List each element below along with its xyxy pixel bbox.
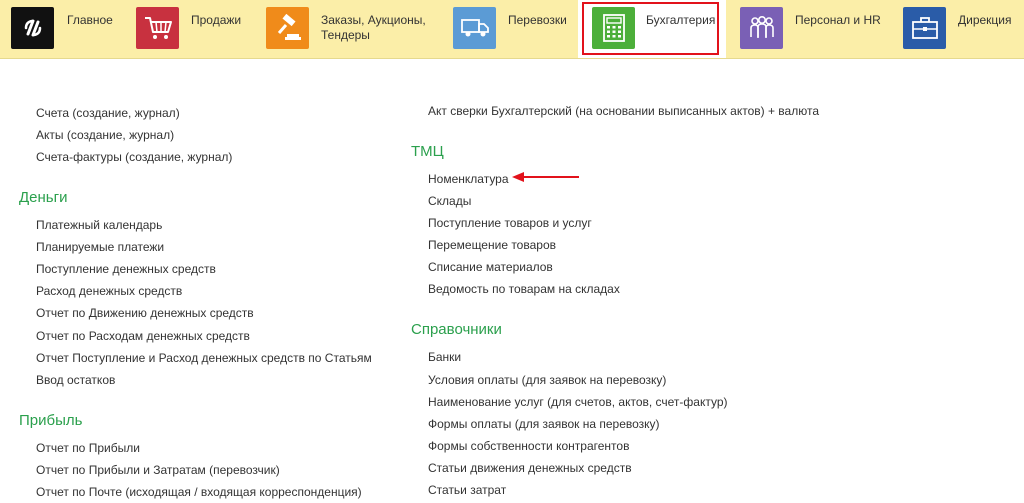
shopping-cart-icon — [136, 7, 179, 49]
link-tax-invoices[interactable]: Счета-фактуры (создание, журнал) — [36, 150, 232, 164]
nav-item-orders[interactable]: Заказы, Аукционы, Тендеры — [266, 0, 436, 58]
nav-label-hr: Персонал и HR — [795, 13, 881, 27]
link-cash-expense-report[interactable]: Отчет по Расходам денежных средств — [36, 329, 250, 343]
link-ownership-forms[interactable]: Формы собственности контрагентов — [428, 439, 629, 453]
link-goods-receipt[interactable]: Поступление товаров и услуг — [428, 216, 592, 230]
calculator-icon — [592, 7, 635, 49]
nav-item-hr[interactable]: Персонал и HR — [740, 0, 890, 58]
nav-label-orders: Заказы, Аукционы, Тендеры — [321, 13, 426, 42]
link-profit-costs-report[interactable]: Отчет по Прибыли и Затратам (перевозчик) — [36, 463, 280, 477]
link-payment-forms[interactable]: Формы оплаты (для заявок на перевозку) — [428, 417, 660, 431]
nav-item-directorate[interactable]: Дирекция — [903, 0, 1021, 58]
link-cash-expenses[interactable]: Расход денежных средств — [36, 284, 182, 298]
accounting-menu: Счета (создание, журнал) Акты (создание,… — [0, 58, 1024, 503]
nav-item-sales[interactable]: Продажи — [136, 0, 246, 58]
section-title-tmc: ТМЦ — [411, 143, 444, 160]
nav-label-transport: Перевозки — [508, 13, 567, 27]
truck-icon — [453, 7, 496, 49]
nav-item-transport[interactable]: Перевозки — [453, 0, 573, 58]
link-warehouses[interactable]: Склады — [428, 194, 471, 208]
people-icon — [740, 7, 783, 49]
link-payment-terms[interactable]: Условия оплаты (для заявок на перевозку) — [428, 373, 666, 387]
link-goods-transfer[interactable]: Перемещение товаров — [428, 238, 556, 252]
link-service-names[interactable]: Наименование услуг (для счетов, актов, с… — [428, 395, 728, 409]
link-nomenclature[interactable]: Номенклатура — [428, 172, 509, 186]
link-payment-calendar[interactable]: Платежный календарь — [36, 218, 162, 232]
link-cash-receipts[interactable]: Поступление денежных средств — [36, 262, 216, 276]
nav-label-accounting: Бухгалтерия — [646, 13, 716, 27]
link-cash-flow-items[interactable]: Статьи движения денежных средств — [428, 461, 632, 475]
link-acts[interactable]: Акты (создание, журнал) — [36, 128, 174, 142]
section-title-profit: Прибыль — [19, 412, 83, 429]
nav-item-accounting[interactable]: Бухгалтерия — [578, 0, 726, 58]
section-title-money: Деньги — [19, 189, 68, 206]
briefcase-icon — [903, 7, 946, 49]
logo-icon — [11, 7, 54, 49]
link-cash-by-items-report[interactable]: Отчет Поступление и Расход денежных сред… — [36, 351, 372, 365]
link-opening-balances[interactable]: Ввод остатков — [36, 373, 115, 387]
section-title-references: Справочники — [411, 321, 502, 338]
link-cost-items[interactable]: Статьи затрат — [428, 483, 506, 497]
nav-label-main: Главное — [67, 13, 113, 27]
nav-label-directorate: Дирекция — [958, 13, 1012, 27]
nav-label-sales: Продажи — [191, 13, 242, 27]
link-materials-writeoff[interactable]: Списание материалов — [428, 260, 553, 274]
link-mail-report[interactable]: Отчет по Почте (исходящая / входящая кор… — [36, 485, 362, 499]
link-reconciliation-act[interactable]: Акт сверки Бухгалтерский (на основании в… — [428, 104, 819, 118]
link-stock-statement[interactable]: Ведомость по товарам на складах — [428, 282, 620, 296]
link-banks[interactable]: Банки — [428, 350, 461, 364]
gavel-icon — [266, 7, 309, 49]
nav-item-main[interactable]: Главное — [11, 0, 121, 58]
red-arrow-annotation — [512, 172, 579, 182]
top-navigation: Главное Продажи Заказы, Аукционы, Тендер… — [0, 0, 1024, 59]
link-cash-flow-report[interactable]: Отчет по Движению денежных средств — [36, 306, 254, 320]
link-profit-report[interactable]: Отчет по Прибыли — [36, 441, 140, 455]
link-planned-payments[interactable]: Планируемые платежи — [36, 240, 164, 254]
link-invoices[interactable]: Счета (создание, журнал) — [36, 106, 180, 120]
